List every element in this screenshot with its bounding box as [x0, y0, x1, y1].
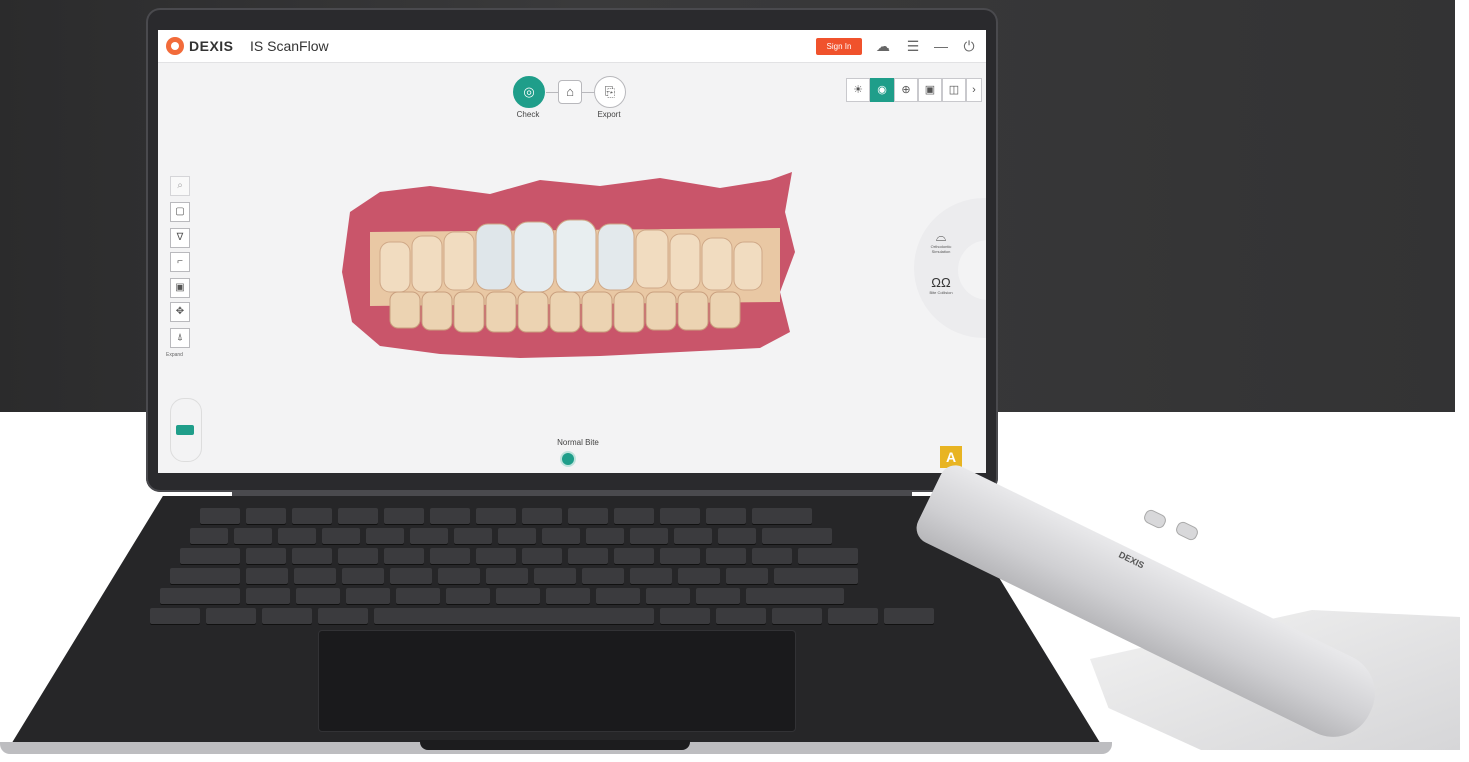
select-icon[interactable]: ⌕ — [170, 176, 190, 196]
keyboard-row — [150, 608, 934, 624]
app-title: IS ScanFlow — [250, 38, 329, 54]
step-check[interactable]: ◎ — [513, 76, 545, 108]
color-icon[interactable]: ◉ — [870, 78, 894, 102]
keyboard — [140, 508, 966, 626]
margin-icon[interactable]: ∇ — [170, 228, 190, 248]
chevron-right-icon[interactable]: › — [966, 78, 982, 102]
axis-icon[interactable]: ⍋ — [170, 328, 190, 348]
zoom-icon[interactable]: ⊕ — [894, 78, 918, 102]
menu-icon[interactable]: ☰ — [904, 37, 922, 55]
ortho-simulation-button[interactable]: ⌓ Orthodontic Simulation — [924, 229, 958, 255]
step-check-label: Check — [516, 110, 540, 119]
bite-mode-label: Normal Bite — [557, 438, 599, 447]
snapshot-icon[interactable]: ▣ — [918, 78, 942, 102]
export-icon: ⎘ — [604, 84, 616, 99]
cloud-icon[interactable]: ☁ — [874, 37, 892, 55]
title-bar: DEXIS IS ScanFlow Sign In ☁ ☰ — ⏻ — [158, 30, 986, 63]
trackpad — [318, 630, 796, 732]
dexis-logo-icon — [166, 37, 184, 55]
bite-icon: ΩΩ — [931, 275, 951, 290]
keyboard-row — [160, 588, 844, 604]
scanner-button — [1174, 519, 1200, 543]
scanner-button — [1142, 507, 1168, 531]
brightness-icon[interactable]: ☀ — [846, 78, 870, 102]
keyboard-row — [170, 568, 858, 584]
snapshot-tool-icon[interactable]: ▣ — [170, 278, 190, 298]
step-export[interactable]: ⎘ — [594, 76, 626, 108]
check-scan-icon: ◎ — [523, 84, 535, 99]
tooth-icon[interactable]: ▢ — [170, 202, 190, 222]
jaw-thumbnail-icon — [176, 425, 194, 435]
dental-scan-model[interactable] — [340, 172, 800, 362]
ortho-label: Orthodontic Simulation — [930, 244, 952, 254]
keyboard-row — [190, 528, 832, 544]
bite-mode-toggle[interactable] — [562, 453, 574, 465]
laptop-notch — [420, 740, 690, 750]
bite-collision-button[interactable]: ΩΩ Bite Collision — [924, 275, 958, 296]
view-cube-icon[interactable]: ◫ — [942, 78, 966, 102]
keyboard-row — [180, 548, 858, 564]
keyboard-row — [200, 508, 812, 524]
step-tooth[interactable]: ⌂ — [558, 80, 582, 104]
trim-icon[interactable]: ⌐ — [170, 252, 190, 272]
tooth-scan-icon: ⌂ — [566, 84, 574, 99]
sign-in-button[interactable]: Sign In — [816, 38, 862, 55]
app-brand: DEXIS — [189, 38, 234, 54]
app-window: DEXIS IS ScanFlow Sign In ☁ ☰ — ⏻ ◎ Chec… — [158, 30, 986, 473]
minimize-icon[interactable]: — — [932, 37, 950, 55]
ortho-icon: ⌓ — [935, 229, 947, 244]
expand-link[interactable]: Expand — [166, 352, 183, 358]
power-icon[interactable]: ⏻ — [960, 37, 978, 55]
step-export-label: Export — [597, 110, 621, 119]
move-icon[interactable]: ✥ — [170, 302, 190, 322]
bite-collision-label: Bite Collision — [929, 290, 953, 295]
